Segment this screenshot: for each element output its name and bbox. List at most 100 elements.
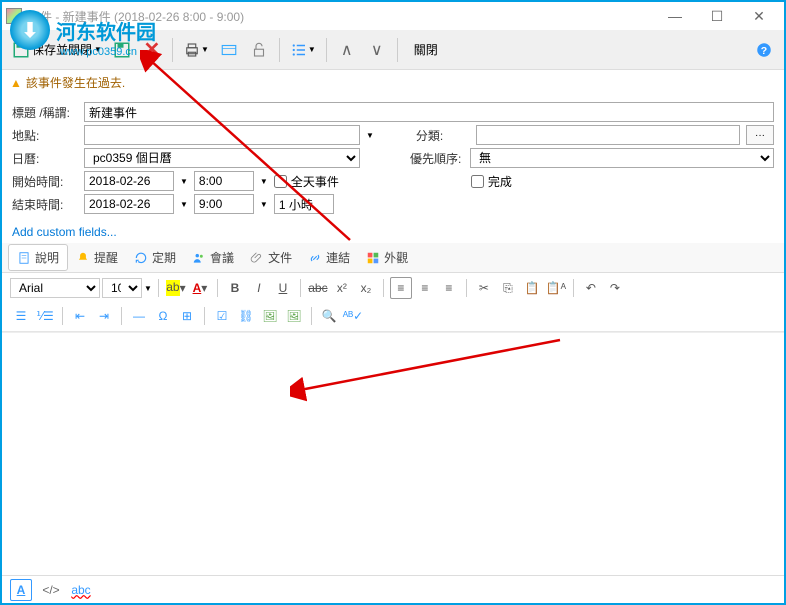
separator — [158, 279, 159, 297]
save-icon — [12, 41, 30, 59]
people-icon — [192, 251, 206, 265]
tab-file[interactable]: 文件 — [242, 245, 300, 270]
spell-button[interactable]: ᴬᴮ✓ — [342, 305, 364, 327]
tab-recur-label: 定期 — [152, 249, 176, 266]
card-icon — [220, 41, 238, 59]
window-title: 事件 - 新建事件 (2018-02-26 8:00 - 9:00) — [28, 8, 654, 25]
tab-recur[interactable]: 定期 — [126, 245, 184, 270]
doc-icon — [17, 251, 31, 265]
bell-icon — [76, 251, 90, 265]
category-more-button[interactable]: ··· — [746, 125, 774, 145]
bullets-button[interactable]: ☰ — [10, 305, 32, 327]
tab-link-label: 連結 — [326, 249, 350, 266]
paste-button[interactable]: 📋 — [521, 277, 543, 299]
numbers-button[interactable]: ⅟☰ — [34, 305, 56, 327]
title-input[interactable] — [84, 102, 774, 122]
print-button[interactable]: ▼ — [179, 35, 213, 65]
align-left-button[interactable]: ≡ — [390, 277, 412, 299]
done-label: 完成 — [488, 173, 512, 190]
image2-button[interactable]: 🖼 — [283, 305, 305, 327]
separator — [172, 38, 173, 62]
end-label: 結束時間: — [12, 196, 78, 213]
recur-icon — [134, 251, 148, 265]
location-input[interactable] — [84, 125, 360, 145]
list-icon — [290, 41, 308, 59]
richtext-mode-button[interactable]: A — [10, 579, 32, 601]
cut-button[interactable]: ✂ — [473, 277, 495, 299]
location-label: 地點: — [12, 127, 78, 144]
bold-button[interactable]: B — [224, 277, 246, 299]
outdent-button[interactable]: ⇤ — [69, 305, 91, 327]
separator — [279, 38, 280, 62]
checkbox-button[interactable]: ☑ — [211, 305, 233, 327]
help-button[interactable]: ? — [750, 35, 778, 65]
size-select[interactable]: 10 — [102, 278, 142, 298]
cancel-button[interactable]: ✕ — [138, 35, 166, 65]
allday-checkbox[interactable]: 全天事件 — [274, 173, 339, 190]
table-button[interactable]: ⊞ — [176, 305, 198, 327]
down-button[interactable]: ∨ — [363, 35, 391, 65]
category-input[interactable] — [476, 125, 740, 145]
align-right-button[interactable]: ≡ — [438, 277, 460, 299]
done-checkbox[interactable]: 完成 — [471, 173, 512, 190]
start-date-input[interactable] — [84, 171, 174, 191]
allday-label: 全天事件 — [291, 173, 339, 190]
calendar-label: 日曆: — [12, 150, 78, 167]
separator — [383, 279, 384, 297]
lock-button[interactable] — [245, 35, 273, 65]
priority-select[interactable]: 無 — [470, 148, 774, 168]
close-window-button[interactable]: ✕ — [738, 3, 780, 29]
up-button[interactable]: ∧ — [333, 35, 361, 65]
font-color-button[interactable]: A▾ — [189, 277, 211, 299]
spell-mode-button[interactable]: abc — [70, 579, 92, 601]
separator — [62, 307, 63, 325]
tab-description[interactable]: 說明 — [8, 244, 68, 271]
paste-special-button[interactable]: 📋ᴬ — [545, 277, 567, 299]
subscript-button[interactable]: x₂ — [355, 277, 377, 299]
minimize-button[interactable]: — — [654, 3, 696, 29]
save-close-button[interactable]: 保存並關閉 ▼ — [8, 35, 106, 65]
tab-link[interactable]: 連結 — [300, 245, 358, 270]
maximize-button[interactable]: ☐ — [696, 3, 738, 29]
editor-area[interactable] — [2, 332, 784, 575]
duration-input[interactable] — [274, 194, 334, 214]
html-mode-button[interactable]: </> — [40, 579, 62, 601]
superscript-button[interactable]: x² — [331, 277, 353, 299]
titlebar: 事件 - 新建事件 (2018-02-26 8:00 - 9:00) — ☐ ✕ — [2, 2, 784, 30]
start-time-input[interactable] — [194, 171, 254, 191]
underline-button[interactable]: U — [272, 277, 294, 299]
undo-button[interactable]: ↶ — [580, 277, 602, 299]
tab-remind[interactable]: 提醒 — [68, 245, 126, 270]
indent-button[interactable]: ⇥ — [93, 305, 115, 327]
italic-button[interactable]: I — [248, 277, 270, 299]
separator — [573, 279, 574, 297]
tab-meeting[interactable]: 會議 — [184, 245, 242, 270]
footer-bar: A </> abc — [2, 575, 784, 603]
image-button[interactable]: 🖼 — [259, 305, 281, 327]
close-button[interactable]: 關閉 — [404, 35, 448, 65]
palette-icon — [366, 251, 380, 265]
separator — [311, 307, 312, 325]
link-ed-button[interactable]: ⛓ — [235, 305, 257, 327]
tab-appear[interactable]: 外觀 — [358, 245, 416, 270]
save-button[interactable] — [108, 35, 136, 65]
align-center-button[interactable]: ≡ — [414, 277, 436, 299]
symbol-button[interactable]: Ω — [152, 305, 174, 327]
end-time-input[interactable] — [194, 194, 254, 214]
save-close-label: 保存並關閉 — [32, 41, 92, 58]
copy-button[interactable]: ⎘ — [497, 277, 519, 299]
card-button[interactable] — [215, 35, 243, 65]
find-button[interactable]: 🔍 — [318, 305, 340, 327]
font-select[interactable]: Arial — [10, 278, 100, 298]
end-date-input[interactable] — [84, 194, 174, 214]
list-button[interactable]: ▼ — [286, 35, 320, 65]
add-custom-fields-link[interactable]: Add custom fields... — [2, 221, 784, 243]
hr-button[interactable]: — — [128, 305, 150, 327]
calendar-select[interactable]: pc0359 個日曆 — [84, 148, 360, 168]
start-label: 開始時間: — [12, 173, 78, 190]
separator — [466, 279, 467, 297]
redo-button[interactable]: ↷ — [604, 277, 626, 299]
strike-button[interactable]: abc — [307, 277, 329, 299]
svg-text:?: ? — [761, 44, 767, 56]
highlight-button[interactable]: ab▾ — [165, 277, 187, 299]
